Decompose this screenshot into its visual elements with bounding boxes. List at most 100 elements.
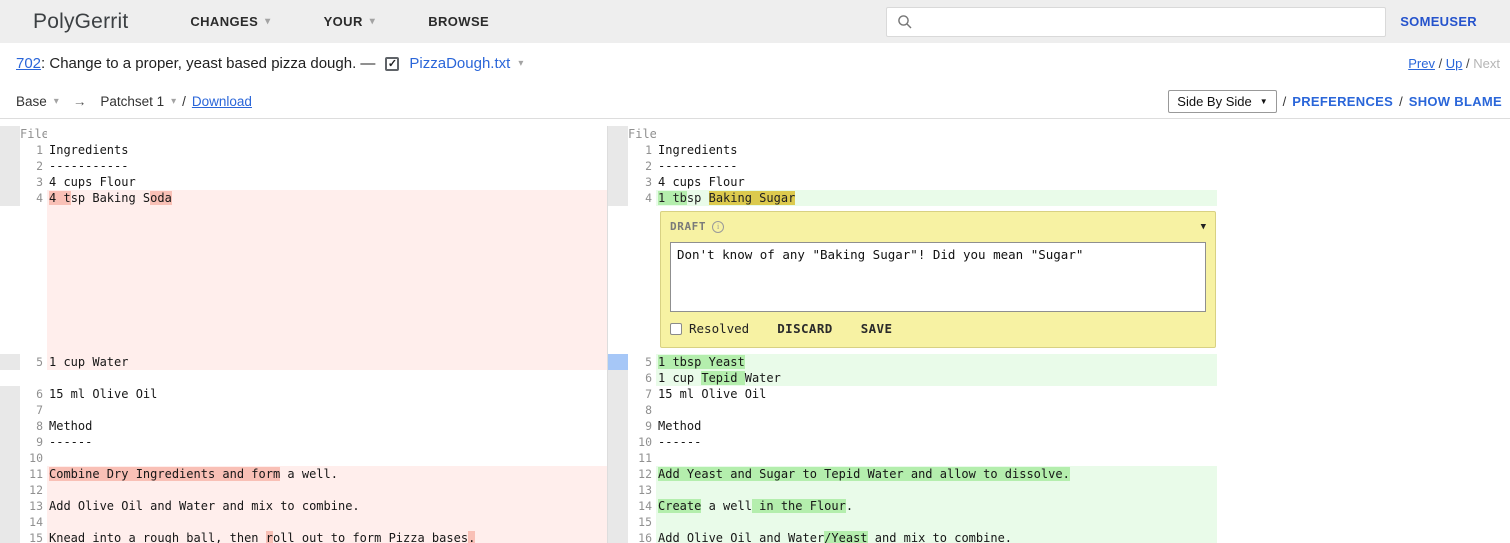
- line-number[interactable]: 4: [20, 190, 47, 354]
- line-number[interactable]: 15: [20, 530, 47, 543]
- line-number[interactable]: 10: [20, 450, 47, 466]
- code-line: [656, 450, 1217, 466]
- blame-gutter: [0, 158, 20, 174]
- line-number[interactable]: 7: [628, 386, 656, 402]
- diff-mode-select[interactable]: Side By Side ▼: [1168, 90, 1276, 113]
- code-line: Ingredients: [656, 142, 1217, 158]
- line-number[interactable]: 6: [628, 370, 656, 386]
- line-number[interactable]: 1: [20, 142, 47, 158]
- up-link[interactable]: Up: [1446, 56, 1463, 71]
- patchset-bar: Base ▾ → Patchset 1 ▾ / Download Side By…: [0, 84, 1510, 119]
- line-number[interactable]: 8: [20, 418, 47, 434]
- code-text: 4 cups Flour: [49, 175, 136, 189]
- code-line: Combine Dry Ingredients and form a well.: [47, 466, 608, 482]
- resolved-checkbox[interactable]: [670, 323, 682, 335]
- chevron-down-icon: ▾: [54, 96, 59, 107]
- change-number-link[interactable]: 702: [16, 55, 41, 72]
- blame-gutter: [608, 126, 628, 142]
- code-text: Method: [658, 419, 701, 433]
- collapse-comment-icon[interactable]: ▼: [1201, 219, 1206, 235]
- save-button[interactable]: SAVE: [861, 321, 893, 337]
- line-number[interactable]: 1: [628, 142, 656, 158]
- blame-gutter: [0, 418, 20, 434]
- line-number: [20, 370, 47, 386]
- blame-gutter: [0, 498, 20, 514]
- search-box[interactable]: [886, 7, 1386, 37]
- line-number[interactable]: 5: [628, 354, 656, 370]
- nav-menu-your[interactable]: YOUR ▾: [324, 14, 376, 29]
- line-number[interactable]: 11: [20, 466, 47, 482]
- app-logo[interactable]: PolyGerrit: [33, 10, 128, 34]
- nav-menu-browse[interactable]: BROWSE: [428, 14, 489, 29]
- user-menu[interactable]: SOMEUSER: [1400, 14, 1477, 29]
- next-file-link-disabled: Next: [1473, 56, 1500, 71]
- code-line: Add Yeast and Sugar to Tepid Water and a…: [656, 466, 1217, 482]
- blame-gutter: [0, 370, 20, 386]
- line-number[interactable]: 5: [20, 354, 47, 370]
- diff-row: 2-----------2-----------: [0, 158, 1217, 174]
- code-text: Add Yeast and Sugar to Tepid Water and a…: [658, 467, 1070, 481]
- prev-file-link[interactable]: Prev: [1408, 56, 1435, 71]
- line-number[interactable]: 15: [628, 514, 656, 530]
- discard-button[interactable]: DISCARD: [777, 321, 832, 337]
- download-link[interactable]: Download: [192, 94, 252, 109]
- line-number[interactable]: 8: [628, 402, 656, 418]
- code-line: [47, 514, 608, 530]
- diff-row: 10 11: [0, 450, 1217, 466]
- preferences-button[interactable]: PREFERENCES: [1292, 94, 1393, 109]
- code-line: Knead into a rough ball, then roll out t…: [47, 530, 608, 543]
- file-dropdown[interactable]: PizzaDough.txt ▾: [409, 55, 523, 72]
- code-line: Add Olive Oil and Water and mix to combi…: [47, 498, 608, 514]
- line-number[interactable]: 9: [628, 418, 656, 434]
- blame-gutter: [0, 354, 20, 370]
- reviewed-checkbox[interactable]: ✓: [385, 57, 399, 71]
- line-number[interactable]: 12: [628, 466, 656, 482]
- draft-comment-footer: Resolved DISCARD SAVE: [661, 312, 1215, 347]
- blame-gutter: [608, 498, 628, 514]
- patchset-dropdown[interactable]: Patchset 1 ▾: [100, 94, 176, 109]
- line-number[interactable]: 12: [20, 482, 47, 498]
- line-number[interactable]: 13: [628, 482, 656, 498]
- search-icon: [897, 14, 913, 30]
- line-number[interactable]: 3: [628, 174, 656, 190]
- line-number[interactable]: 3: [20, 174, 47, 190]
- base-patchset-dropdown[interactable]: Base ▾: [16, 94, 59, 109]
- diff-row: 15Knead into a rough ball, then roll out…: [0, 530, 1217, 543]
- line-number[interactable]: 4: [628, 190, 656, 354]
- line-number[interactable]: 13: [20, 498, 47, 514]
- blame-gutter: [608, 514, 628, 530]
- code-line: -----------: [47, 158, 608, 174]
- code-text: 15 ml Olive Oil: [49, 387, 157, 401]
- code-line: 1 cup Tepid Water: [656, 370, 1217, 386]
- code-text: Method: [49, 419, 92, 433]
- line-number[interactable]: 10: [628, 434, 656, 450]
- comment-range-text: Baking Sugar: [709, 191, 796, 205]
- blame-gutter: [0, 450, 20, 466]
- code-text: Ingredients: [658, 143, 737, 157]
- draft-label: DRAFT: [670, 219, 706, 235]
- blame-gutter: [0, 434, 20, 450]
- code-line: [47, 482, 608, 498]
- code-line: 4 cups Flour: [47, 174, 608, 190]
- line-number[interactable]: 16: [628, 530, 656, 543]
- code-line: 1 tbsp Baking Sugar: [656, 190, 1217, 206]
- code-text: a well: [701, 499, 752, 513]
- code-text: Combine Dry Ingredients and form: [49, 467, 280, 481]
- line-number[interactable]: 14: [20, 514, 47, 530]
- line-number[interactable]: 6: [20, 386, 47, 402]
- line-number[interactable]: 9: [20, 434, 47, 450]
- code-line: [656, 514, 1217, 530]
- show-blame-button[interactable]: SHOW BLAME: [1409, 94, 1502, 109]
- comment-text-input[interactable]: Don't know of any "Baking Sugar"! Did yo…: [670, 242, 1206, 312]
- blame-gutter: [608, 434, 628, 450]
- line-number[interactable]: 7: [20, 402, 47, 418]
- line-number[interactable]: 2: [628, 158, 656, 174]
- draft-comment-box: DRAFT i ▼ Don't know of any "Baking Suga…: [660, 211, 1216, 348]
- search-input[interactable]: [921, 9, 1385, 35]
- nav-menu-changes[interactable]: CHANGES ▾: [190, 14, 270, 29]
- line-number[interactable]: 14: [628, 498, 656, 514]
- code-line: [47, 402, 608, 418]
- diff-row: 78: [0, 402, 1217, 418]
- line-number[interactable]: 11: [628, 450, 656, 466]
- line-number[interactable]: 2: [20, 158, 47, 174]
